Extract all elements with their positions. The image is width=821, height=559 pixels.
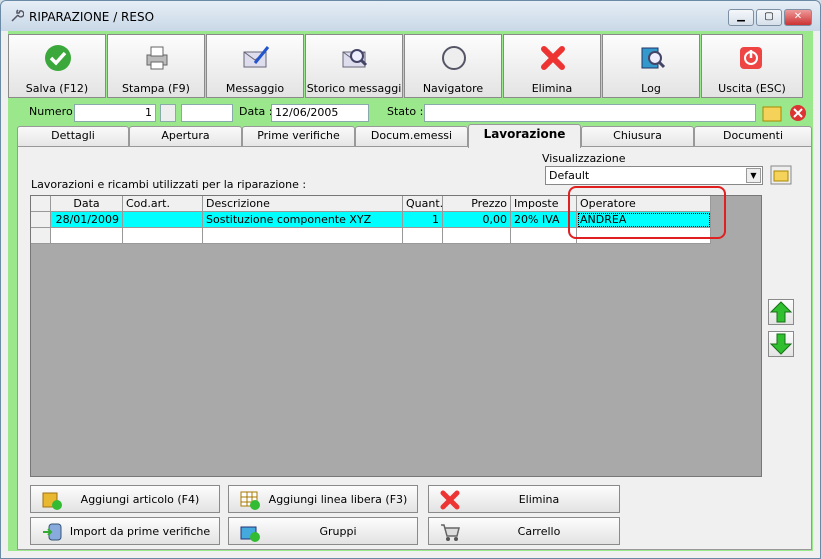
window-title: RIPARAZIONE / RESO — [29, 10, 155, 24]
add-box-icon — [42, 492, 62, 510]
delete-button[interactable]: Elimina — [503, 34, 601, 98]
import-button[interactable]: Import da prime verifiche — [30, 517, 220, 545]
data-label: Data : — [239, 105, 273, 118]
tab-prime-verifiche[interactable]: Prime verifiche — [242, 126, 355, 146]
compass-icon — [442, 46, 466, 70]
window: RIPARAZIONE / RESO ▁ ▢ ✕ Salva (F12) Sta… — [0, 0, 821, 559]
log-button[interactable]: Log — [602, 34, 700, 98]
print-button[interactable]: Stampa (F9) — [107, 34, 205, 98]
record-bar: Numero : 1 Data : 12/06/2005 Stato : — [9, 101, 812, 123]
envelope-pen-icon — [243, 46, 270, 68]
check-icon — [45, 45, 71, 71]
groups-button[interactable]: Gruppi — [228, 517, 418, 545]
col-quant[interactable]: Quant. — [403, 196, 443, 212]
annotation-highlight — [568, 186, 726, 239]
clear-icon[interactable] — [789, 104, 807, 122]
title-bar[interactable]: RIPARAZIONE / RESO ▁ ▢ ✕ — [1, 1, 820, 31]
move-down-button[interactable] — [768, 331, 794, 357]
folder-icon[interactable] — [770, 165, 792, 185]
envelope-search-icon — [342, 49, 368, 68]
message-history-button[interactable]: Storico messaggi — [305, 34, 403, 98]
log-icon — [641, 47, 666, 69]
save-button[interactable]: Salva (F12) — [8, 34, 106, 98]
arrow-up-icon — [769, 301, 793, 323]
printer-icon — [146, 46, 168, 70]
tab-dettagli[interactable]: Dettagli — [17, 126, 129, 146]
tab-chiusura[interactable]: Chiusura — [581, 126, 694, 146]
maximize-button[interactable]: ▢ — [756, 9, 782, 26]
numero-label: Numero : — [29, 105, 80, 118]
exit-button[interactable]: Uscita (ESC) — [701, 34, 803, 98]
cart-icon — [441, 524, 460, 541]
col-prezzo[interactable]: Prezzo — [443, 196, 511, 212]
numero-suffix-input[interactable] — [181, 104, 233, 122]
cart-button[interactable]: Carrello — [428, 517, 620, 545]
tab-strip: Dettagli Apertura Prime verifiche Docum.… — [17, 124, 812, 148]
red-x-icon — [440, 490, 460, 510]
numero-input[interactable]: 1 — [74, 104, 156, 122]
view-group-label: Visualizzazione — [542, 152, 626, 165]
folder-icon[interactable] — [762, 104, 782, 122]
red-x-icon — [541, 46, 565, 70]
view-select[interactable]: Default ▼ — [545, 166, 763, 185]
toolbar: Salva (F12) Stampa (F9) Messaggio Storic… — [8, 34, 803, 98]
delete-row-button[interactable]: Elimina — [428, 485, 620, 513]
arrow-down-icon — [769, 333, 793, 355]
stato-input[interactable] — [424, 104, 756, 122]
numero-lookup-button[interactable] — [160, 104, 176, 122]
minimize-button[interactable]: ▁ — [728, 9, 754, 26]
move-up-button[interactable] — [768, 299, 794, 325]
panel-caption: Lavorazioni e ricambi utilizzati per la … — [31, 178, 307, 191]
add-grid-icon — [240, 491, 260, 510]
power-icon — [740, 47, 762, 69]
chevron-down-icon[interactable]: ▼ — [746, 168, 761, 183]
tab-apertura[interactable]: Apertura — [129, 126, 242, 146]
stato-label: Stato : — [387, 105, 424, 118]
col-data[interactable]: Data — [51, 196, 123, 212]
navigator-button[interactable]: Navigatore — [404, 34, 502, 98]
message-button[interactable]: Messaggio — [206, 34, 304, 98]
data-input[interactable]: 12/06/2005 — [271, 104, 369, 122]
close-button[interactable]: ✕ — [784, 9, 812, 26]
add-article-button[interactable]: Aggiungi articolo (F4) — [30, 485, 220, 513]
tab-documenti[interactable]: Documenti — [694, 126, 812, 146]
wrench-icon — [11, 9, 24, 22]
tab-lavorazione[interactable]: Lavorazione — [468, 124, 581, 148]
col-cod-art[interactable]: Cod.art. — [123, 196, 203, 212]
groups-icon — [240, 526, 260, 542]
add-free-line-button[interactable]: Aggiungi linea libera (F3) — [228, 485, 418, 513]
import-icon — [43, 523, 62, 541]
col-descrizione[interactable]: Descrizione — [203, 196, 403, 212]
tab-docum-emessi[interactable]: Docum.emessi — [355, 126, 468, 146]
